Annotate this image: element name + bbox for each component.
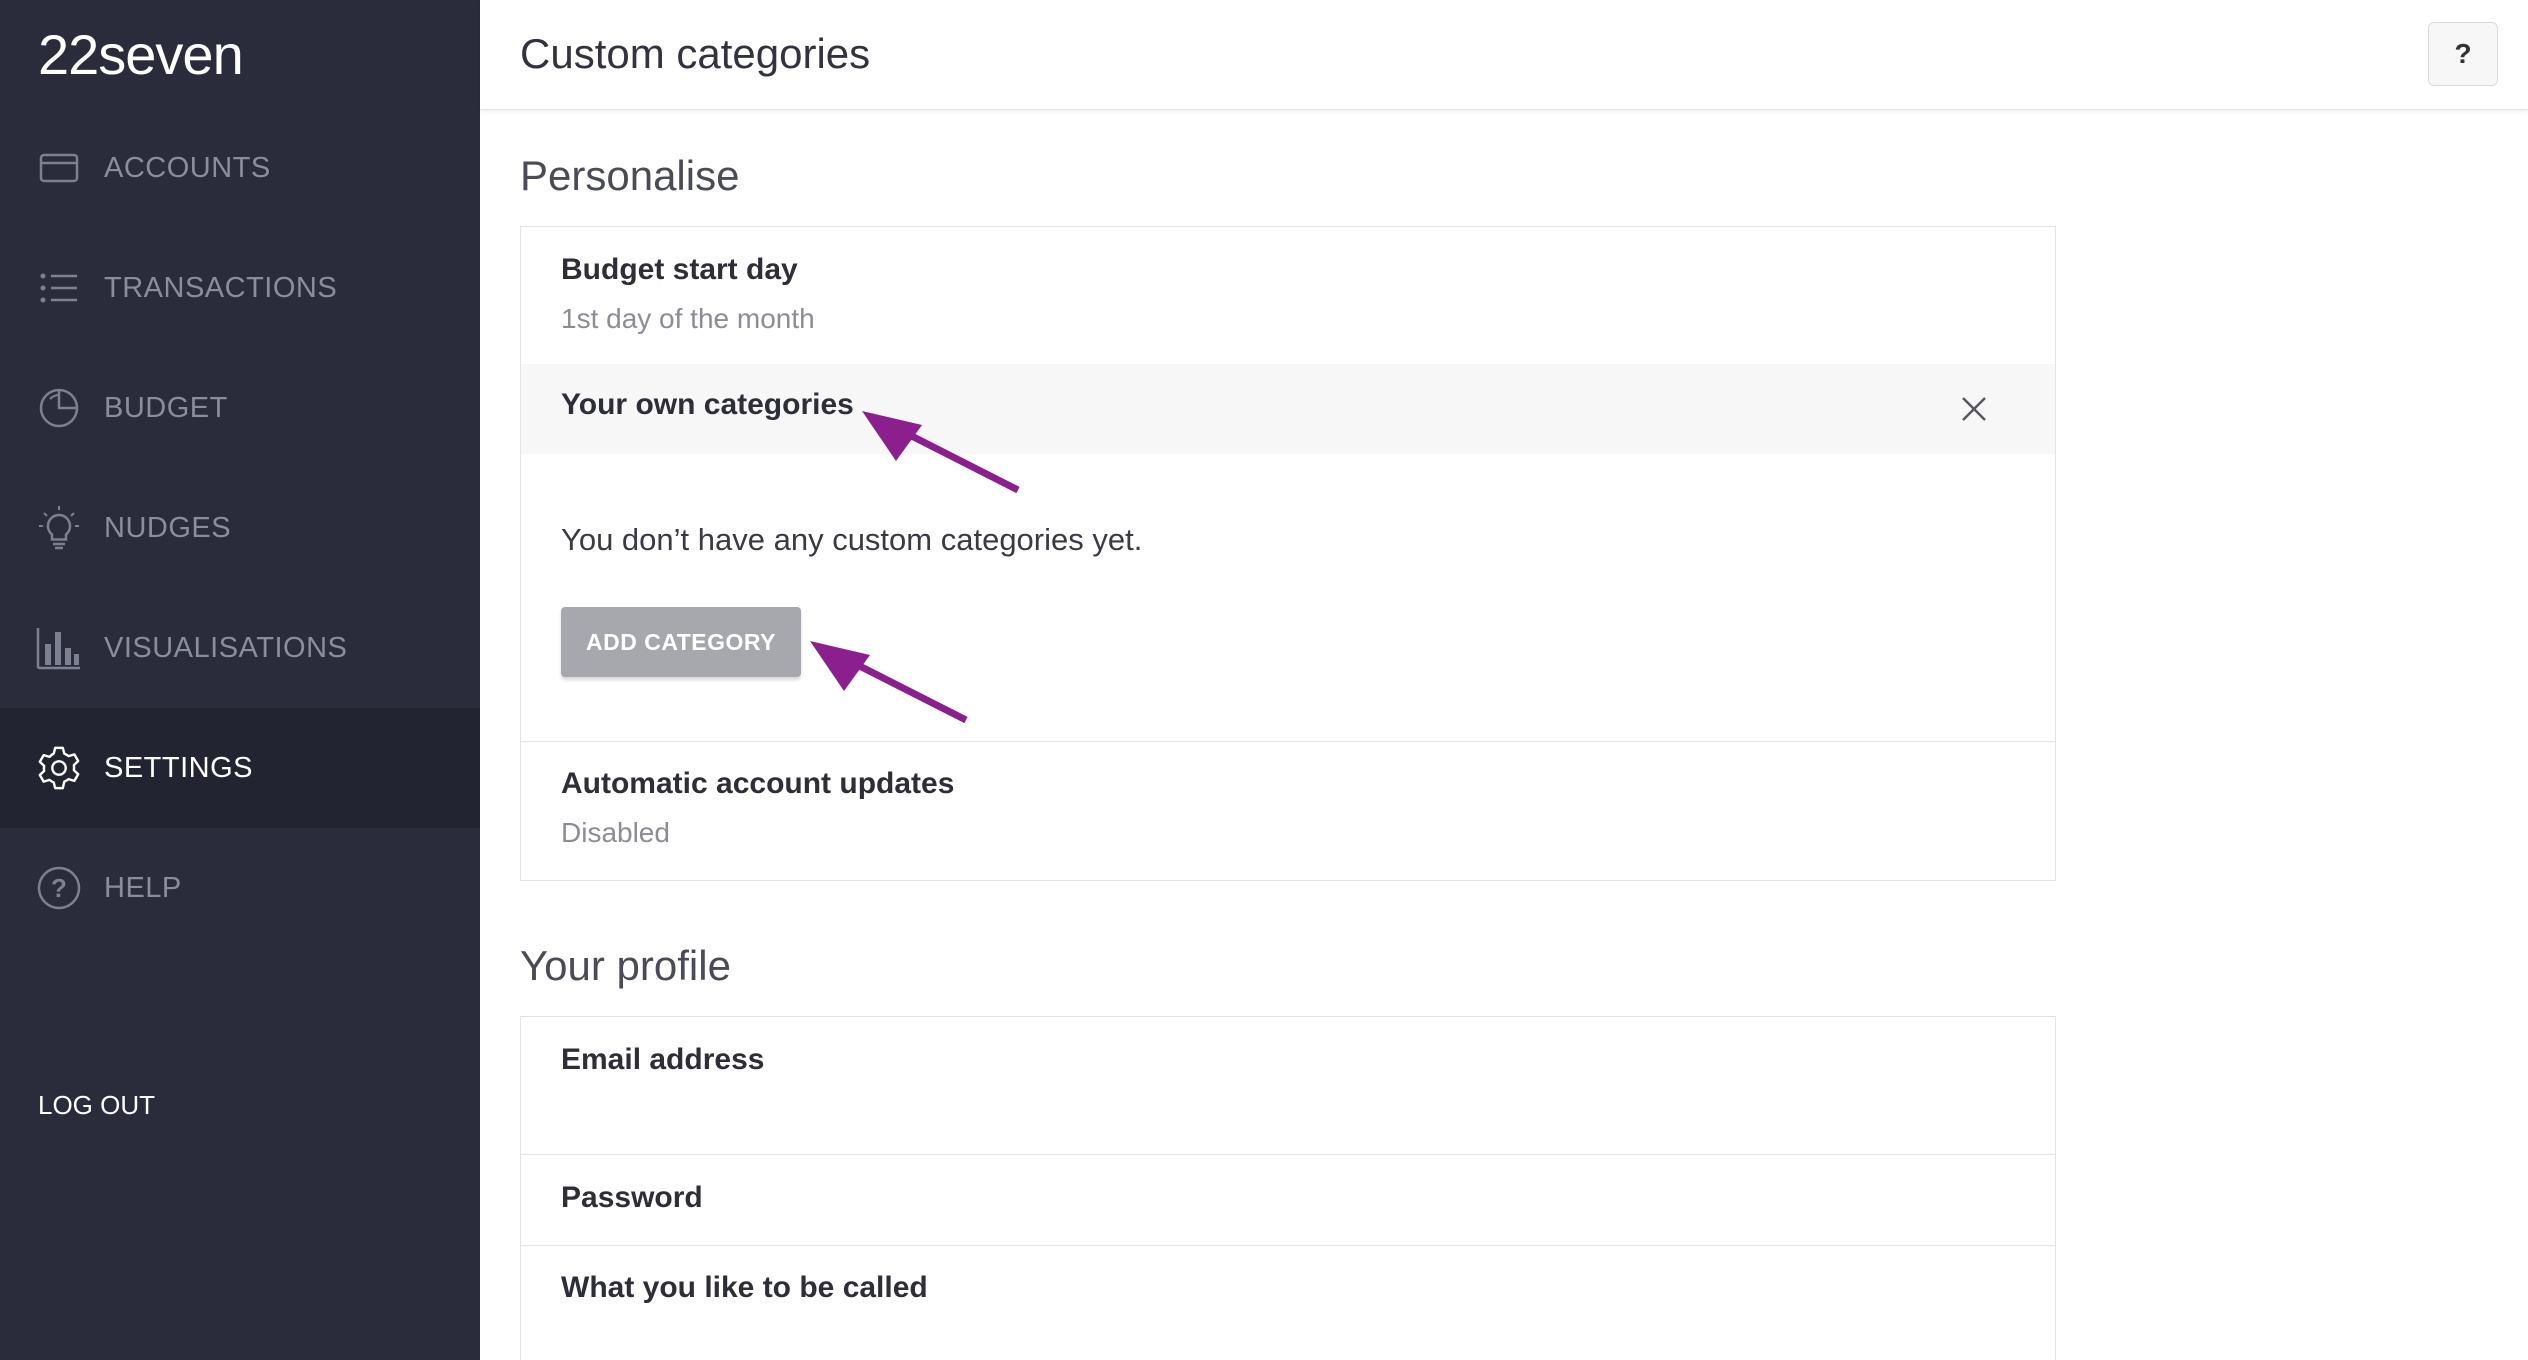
email-label[interactable]: Email address bbox=[561, 1043, 764, 1077]
profile-card: Email address Password What you like to … bbox=[520, 1016, 2056, 1360]
top-header: Custom categories ? bbox=[480, 0, 2528, 110]
app-logo[interactable]: 22seven bbox=[38, 22, 244, 87]
sidebar-item-label: NUDGES bbox=[104, 511, 232, 544]
sidebar-item-accounts[interactable]: ACCOUNTS bbox=[0, 108, 480, 228]
lightbulb-icon bbox=[36, 505, 82, 551]
password-label[interactable]: Password bbox=[561, 1181, 703, 1215]
auto-updates-label: Automatic account updates bbox=[561, 767, 955, 800]
sidebar-item-settings[interactable]: SETTINGS bbox=[0, 708, 480, 828]
page-title: Custom categories bbox=[520, 30, 871, 77]
auto-updates-value: Disabled bbox=[561, 817, 670, 848]
budget-start-value: 1st day of the month bbox=[561, 303, 815, 334]
add-category-button[interactable]: ADD CATEGORY bbox=[561, 607, 801, 677]
personalise-heading: Personalise bbox=[520, 152, 740, 199]
empty-categories-message: You don’t have any custom categories yet… bbox=[561, 522, 1143, 557]
pie-icon bbox=[36, 385, 82, 431]
sidebar-item-label: BUDGET bbox=[104, 391, 228, 424]
sidebar-item-label: SETTINGS bbox=[104, 751, 254, 784]
sidebar-item-transactions[interactable]: TRANSACTIONS bbox=[0, 228, 480, 348]
sidebar-item-label: VISUALISATIONS bbox=[104, 631, 348, 664]
own-categories-label: Your own categories bbox=[561, 388, 854, 421]
name-label[interactable]: What you like to be called bbox=[561, 1271, 928, 1305]
sidebar-item-help[interactable]: ? HELP bbox=[0, 828, 480, 948]
sidebar-item-label: HELP bbox=[104, 871, 182, 904]
annotation-arrow-icon bbox=[810, 641, 968, 724]
profile-heading: Your profile bbox=[520, 942, 731, 989]
divider bbox=[521, 741, 2055, 742]
help-circle-icon: ? bbox=[36, 865, 82, 911]
annotation-arrow-icon bbox=[862, 411, 1020, 494]
budget-start-label: Budget start day bbox=[561, 253, 798, 286]
sidebar-item-label: TRANSACTIONS bbox=[104, 271, 338, 304]
list-icon bbox=[36, 265, 82, 311]
sidebar-item-budget[interactable]: BUDGET bbox=[0, 348, 480, 468]
own-categories-header: Your own categories bbox=[521, 364, 2055, 454]
personalise-card: Budget start day 1st day of the month Yo… bbox=[520, 226, 2056, 881]
sidebar-item-nudges[interactable]: NUDGES bbox=[0, 468, 480, 588]
close-icon[interactable] bbox=[1953, 388, 1995, 430]
help-button[interactable]: ? bbox=[2428, 22, 2498, 86]
sidebar: 22seven ACCOUNTS TRANSACTIONS BUDGET NUD… bbox=[0, 0, 480, 1360]
sidebar-item-visualisations[interactable]: VISUALISATIONS bbox=[0, 588, 480, 708]
logout-link[interactable]: LOG OUT bbox=[38, 1090, 155, 1121]
sidebar-item-label: ACCOUNTS bbox=[104, 151, 271, 184]
card-icon bbox=[36, 145, 82, 191]
bar-chart-icon bbox=[36, 625, 82, 671]
gear-icon bbox=[36, 745, 82, 791]
svg-text:?: ? bbox=[51, 873, 67, 903]
divider bbox=[521, 1245, 2055, 1246]
divider bbox=[521, 1154, 2055, 1155]
